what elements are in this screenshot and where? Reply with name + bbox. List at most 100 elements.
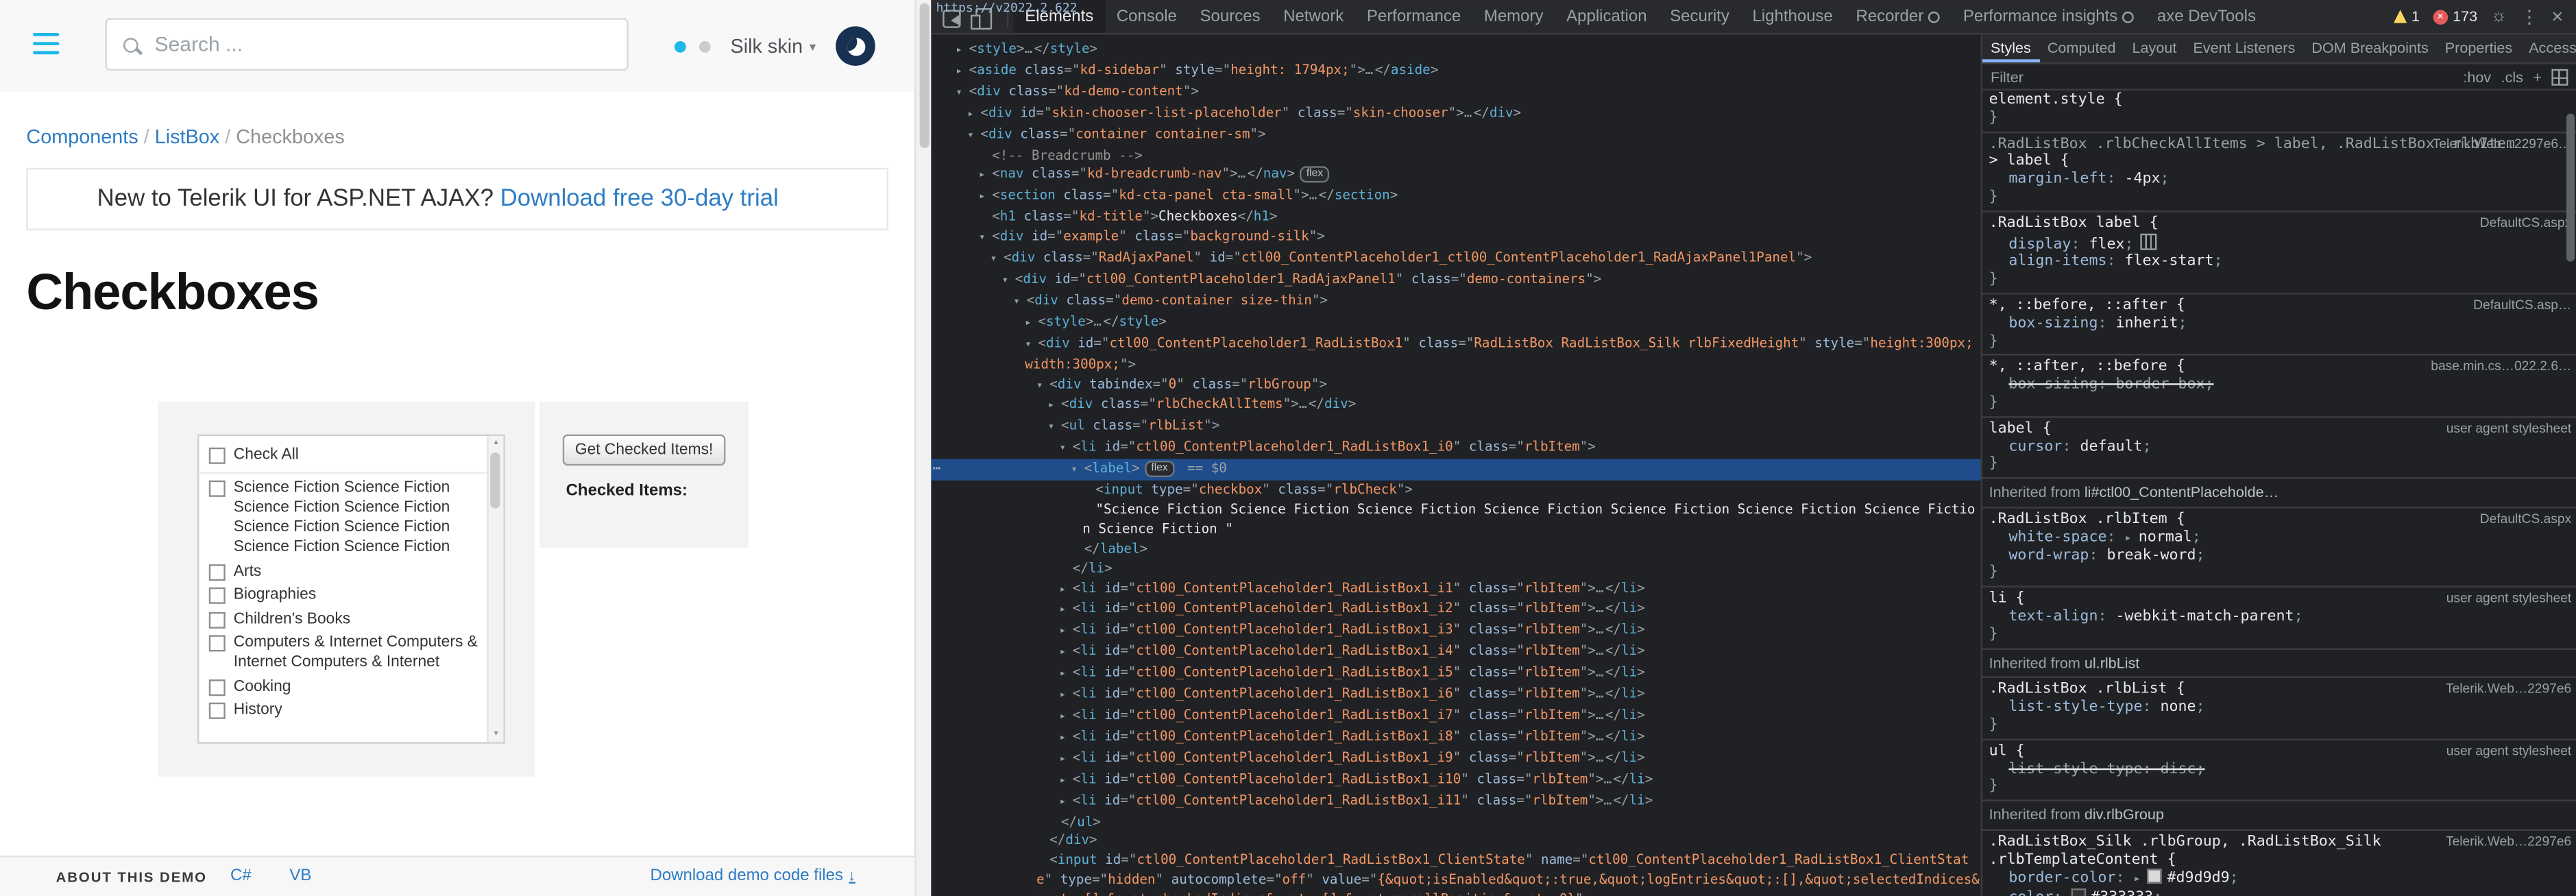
cta-trial-link[interactable]: Download free 30-day trial xyxy=(500,186,779,212)
css-selector[interactable]: .rlbTemplateContent { xyxy=(1989,851,2570,869)
dom-tree-node[interactable]: ▸<nav class="kd-breadcrumb-nav">…</nav>f… xyxy=(931,165,1980,186)
breadcrumb-item[interactable]: ListBox xyxy=(155,125,219,148)
css-property[interactable]: margin-left: -4px; xyxy=(1989,171,2570,189)
devtools-tab-memory[interactable]: Memory xyxy=(1472,0,1555,33)
css-selector[interactable]: > label { xyxy=(1989,154,2570,171)
devtools-tab-performance-insights[interactable]: Performance insights xyxy=(1952,0,2146,33)
stylesheet-link[interactable]: base.min.cs…022.2.6… xyxy=(2431,359,2571,377)
close-devtools-icon[interactable] xyxy=(2551,5,2563,28)
settings-gear-icon[interactable] xyxy=(2490,7,2507,27)
dom-tree-node[interactable]: ▾<div tabindex="0" class="rlbGroup"> xyxy=(931,374,1980,396)
css-rule[interactable]: element.style {} xyxy=(1982,89,2576,133)
expand-longhand-icon[interactable]: ▸ xyxy=(2124,531,2138,544)
css-rule[interactable]: DefaultCS.aspx.RadListBox label {display… xyxy=(1982,212,2576,294)
get-checked-items-button[interactable]: Get Checked Items! xyxy=(562,435,727,466)
dom-tree-node-selected[interactable]: ▾<label>flex == $0 xyxy=(931,459,1980,481)
css-property[interactable]: box-sizing: inherit; xyxy=(1989,315,2570,333)
dom-tree-node[interactable]: ▸<style>…</style> xyxy=(931,312,1980,333)
css-property[interactable]: border-color: ▸ #d9d9d9; xyxy=(1989,869,2570,888)
inherited-node-link[interactable]: div.rlbGroup xyxy=(2085,806,2164,823)
dom-tree-node[interactable]: <h1 class="kd-title">Checkboxes</h1> xyxy=(931,208,1980,228)
expand-longhand-icon[interactable]: ▸ xyxy=(2134,873,2148,886)
vb-link[interactable]: VB xyxy=(289,867,311,884)
stylesheet-link[interactable]: DefaultCS.aspx xyxy=(2480,511,2571,529)
css-rule[interactable]: DefaultCS.aspx.RadListBox .rlbItem {whit… xyxy=(1982,508,2576,588)
sidebar-tab-accessibility[interactable]: Accessibility xyxy=(2520,34,2576,62)
dom-tree-node[interactable]: ▾<ul class="rlbList"> xyxy=(931,417,1980,438)
dom-tree-node[interactable]: ▾<div id="example" class="background-sil… xyxy=(931,228,1980,249)
devtools-tab-sources[interactable]: Sources xyxy=(1189,0,1272,33)
css-rule[interactable]: user agent stylesheetli {text-align: -we… xyxy=(1982,588,2576,649)
dom-tree-node[interactable]: ▸<li id="ctl00_ContentPlaceholder1_RadLi… xyxy=(931,621,1980,642)
css-property[interactable]: box-sizing: border-box; xyxy=(1989,377,2570,395)
devtools-tab-recorder[interactable]: Recorder xyxy=(1845,0,1952,33)
stylesheet-link[interactable]: user agent stylesheet xyxy=(2446,421,2572,439)
devtools-tab-axe-devtools[interactable]: axe DevTools xyxy=(2146,0,2268,33)
dom-tree-node[interactable]: </ul> xyxy=(931,812,1980,832)
dom-tree-node[interactable]: ▾<div class="kd-demo-content"> xyxy=(931,82,1980,104)
dom-tree-node[interactable]: <!-- Breadcrumb --> xyxy=(931,145,1980,165)
dom-tree-node[interactable]: <input id="ctl00_ContentPlaceholder1_Rad… xyxy=(931,851,1980,896)
toggle-[interactable]: + xyxy=(2533,69,2542,85)
toggle-cls[interactable]: .cls xyxy=(2501,69,2523,85)
item-checkbox[interactable] xyxy=(209,635,226,651)
scroll-down-icon[interactable] xyxy=(489,727,504,742)
inherited-node-link[interactable]: ul.rlbList xyxy=(2085,654,2139,670)
sidebar-tab-styles[interactable]: Styles xyxy=(1982,34,2039,62)
dom-tree-node[interactable]: <input type="checkbox" class="rlbCheck"> xyxy=(931,481,1980,500)
stylesheet-link[interactable]: DefaultCS.asp… xyxy=(2473,298,2571,315)
scroll-up-icon[interactable] xyxy=(489,436,504,451)
css-rule[interactable]: user agent stylesheetul {list-style-type… xyxy=(1982,740,2576,801)
css-rule[interactable]: base.min.cs…022.2.6…*, ::after, ::before… xyxy=(1982,356,2576,417)
css-property[interactable]: align-items: flex-start; xyxy=(1989,254,2570,272)
skin-selector[interactable]: Silk skin xyxy=(731,34,816,58)
item-checkbox[interactable] xyxy=(209,564,226,580)
download-demo-link[interactable]: Download demo code files xyxy=(650,867,855,884)
sidebar-tab-properties[interactable]: Properties xyxy=(2437,34,2520,62)
css-property[interactable]: white-space: ▸ normal; xyxy=(1989,529,2570,547)
dom-tree-node[interactable]: ▾<div class="demo-container size-thin"> xyxy=(931,291,1980,313)
devtools-tab-lighthouse[interactable]: Lighthouse xyxy=(1741,0,1845,33)
item-checkbox[interactable] xyxy=(209,679,226,695)
pager-dot[interactable] xyxy=(699,40,711,52)
color-swatch[interactable] xyxy=(2071,889,2086,896)
sidebar-scrollbar-thumb[interactable] xyxy=(2566,114,2575,262)
dom-tree-node[interactable]: ▸<li id="ctl00_ContentPlaceholder1_RadLi… xyxy=(931,600,1980,621)
dom-tree-node[interactable]: ▾<div id="ctl00_ContentPlaceholder1_RadA… xyxy=(931,270,1980,291)
csharp-link[interactable]: C# xyxy=(230,867,252,884)
sidebar-tab-dom-breakpoints[interactable]: DOM Breakpoints xyxy=(2303,34,2436,62)
css-rule[interactable]: Telerik.Web…2297e6.RadListBox_Silk .rlbG… xyxy=(1982,831,2576,896)
sidebar-tab-event-listeners[interactable]: Event Listeners xyxy=(2185,34,2303,62)
dom-tree-node[interactable]: ▾<div class="RadAjaxPanel" id="ctl00_Con… xyxy=(931,249,1980,270)
filter-input[interactable]: Filter xyxy=(1991,69,2463,85)
css-selector[interactable]: element.style { xyxy=(1989,92,2570,110)
layout-grid-icon[interactable] xyxy=(2551,69,2568,85)
listbox-item[interactable]: Cooking xyxy=(199,677,483,697)
listbox-item[interactable]: History xyxy=(199,701,483,721)
dom-tree-node[interactable]: ▸<li id="ctl00_ContentPlaceholder1_RadLi… xyxy=(931,579,1980,600)
devtools-tab-performance[interactable]: Performance xyxy=(1355,0,1472,33)
dom-tree-node[interactable]: ▸<li id="ctl00_ContentPlaceholder1_RadLi… xyxy=(931,685,1980,706)
warning-count-badge[interactable]: 1 xyxy=(2394,8,2420,25)
css-property[interactable]: color: #333333; xyxy=(1989,889,2570,896)
listbox-item[interactable]: Biographies xyxy=(199,585,483,605)
check-all-checkbox[interactable] xyxy=(209,448,226,464)
dom-tree-node[interactable]: ▸<div class="rlbCheckAllItems">…</div> xyxy=(931,396,1980,417)
check-all-row[interactable]: Check All xyxy=(199,436,503,474)
sidebar-tab-computed[interactable]: Computed xyxy=(2039,34,2124,62)
stylesheet-link[interactable]: Telerik.Web…2297e6 xyxy=(2446,834,2571,852)
dom-tree-node[interactable]: ▸<li id="ctl00_ContentPlaceholder1_RadLi… xyxy=(931,727,1980,749)
devtools-tab-network[interactable]: Network xyxy=(1272,0,1355,33)
listbox-item[interactable]: Science Fiction Science Fiction Science … xyxy=(199,479,483,557)
dom-tree-node[interactable]: ▸<li id="ctl00_ContentPlaceholder1_RadLi… xyxy=(931,664,1980,685)
more-options-icon[interactable] xyxy=(2520,5,2538,27)
item-checkbox[interactable] xyxy=(209,612,226,628)
dom-tree-node[interactable]: ▸<style>…</style> xyxy=(931,40,1980,61)
css-property[interactable]: list-style-type: none; xyxy=(1989,699,2570,717)
dom-tree-node[interactable]: ▾<li id="ctl00_ContentPlaceholder1_RadLi… xyxy=(931,438,1980,459)
page-scrollbar-thumb[interactable] xyxy=(920,3,929,148)
dom-tree-node[interactable]: ▾<div class="container container-sm"> xyxy=(931,125,1980,146)
dom-tree-node[interactable]: ▾<div id="ctl00_ContentPlaceholder1_RadL… xyxy=(931,333,1980,374)
stylesheet-link[interactable]: user agent stylesheet xyxy=(2446,743,2572,761)
search-box[interactable] xyxy=(106,18,629,71)
